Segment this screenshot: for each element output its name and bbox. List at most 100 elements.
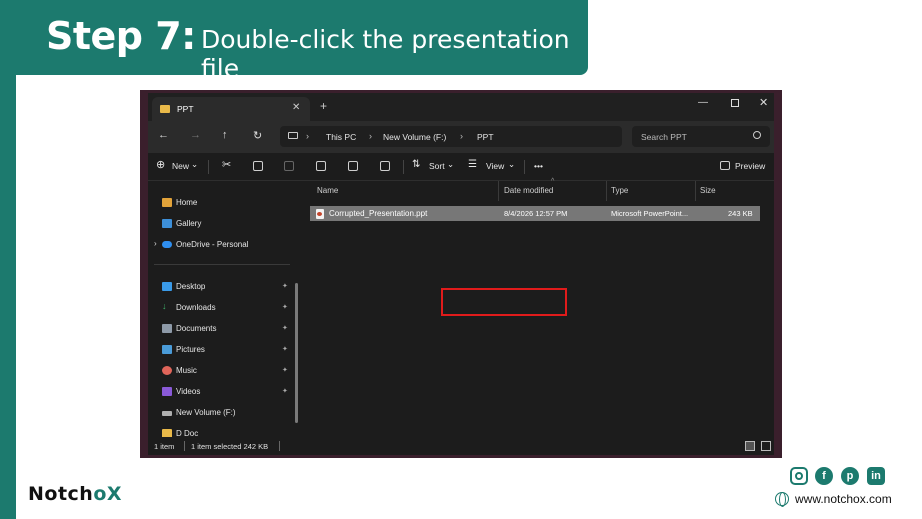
pin-icon[interactable]: ✦ (282, 387, 288, 395)
facebook-icon[interactable]: f (815, 467, 833, 485)
gallery-icon (162, 219, 172, 228)
status-divider (184, 441, 185, 451)
notchox-logo: NotchoX (28, 483, 122, 505)
column-divider[interactable] (606, 181, 607, 201)
rename-icon[interactable] (316, 161, 326, 171)
pin-icon[interactable]: ✦ (282, 282, 288, 290)
forward-arrow-icon[interactable]: → (190, 129, 201, 141)
file-type: Microsoft PowerPoint... (611, 209, 689, 218)
tiles-view-icon[interactable] (761, 441, 771, 451)
pinterest-icon[interactable]: p (841, 467, 859, 485)
sidebar-item-label: Pictures (176, 345, 205, 354)
desktop-icon (162, 282, 172, 291)
new-button[interactable]: New (172, 161, 189, 171)
logo-text-accent: o (93, 483, 107, 505)
pin-icon[interactable]: ✦ (282, 345, 288, 353)
pin-icon[interactable]: ✦ (282, 366, 288, 374)
breadcrumb-this-pc[interactable]: This PC (326, 132, 356, 142)
search-icon (753, 131, 761, 139)
chevron-down-icon: ⌄ (447, 159, 455, 169)
onedrive-icon (162, 241, 172, 248)
step-description: Double-click the presentation file (201, 25, 570, 83)
address-bar-row: ← → ↑ ↻ › This PC › New Volume (F:) › PP… (148, 121, 774, 153)
chevron-right-icon: › (306, 131, 309, 141)
refresh-icon[interactable]: ↻ (253, 129, 262, 142)
details-view-icon[interactable] (745, 441, 755, 451)
maximize-button[interactable] (731, 99, 739, 107)
videos-icon (162, 387, 172, 396)
view-button[interactable]: View (486, 161, 504, 171)
expand-chevron-icon[interactable]: › (154, 239, 157, 248)
file-explorer-window: PPT ✕ + — ✕ ← → ↑ ↻ › This PC › New Volu… (148, 93, 774, 455)
file-date-modified: 8/4/2026 12:57 PM (504, 209, 568, 218)
search-input[interactable]: Search PPT (632, 126, 770, 147)
preview-pane-icon (720, 161, 730, 170)
status-bar: 1 item 1 item selected 242 KB (148, 437, 774, 455)
breadcrumb[interactable]: › This PC › New Volume (F:) › PPT (280, 126, 622, 147)
sort-icon: ⇅ (412, 159, 421, 170)
sidebar-item-label: Downloads (176, 303, 216, 312)
search-placeholder: Search PPT (641, 132, 687, 142)
sidebar-item-label: Home (176, 198, 198, 207)
sort-button[interactable]: Sort (429, 161, 445, 171)
instagram-icon[interactable] (790, 467, 808, 485)
title-bar: PPT ✕ + — ✕ (148, 93, 774, 121)
sidebar-item-label: Desktop (176, 282, 206, 291)
column-header-size[interactable]: Size (700, 186, 716, 195)
explorer-screenshot: PPT ✕ + — ✕ ← → ↑ ↻ › This PC › New Volu… (140, 90, 782, 458)
more-options-button[interactable]: ••• (534, 161, 543, 171)
back-arrow-icon[interactable]: ← (158, 129, 169, 141)
sidebar-item-label: New Volume (F:) (176, 408, 236, 417)
tab-ppt[interactable]: PPT ✕ (152, 97, 310, 121)
selection-info: 1 item selected 242 KB (191, 442, 269, 451)
drive-icon (162, 411, 172, 416)
downloads-icon: ↓ (162, 301, 167, 311)
column-divider[interactable] (695, 181, 696, 201)
folder-icon (160, 105, 170, 113)
breadcrumb-ppt[interactable]: PPT (477, 132, 494, 142)
new-tab-button[interactable]: + (320, 100, 327, 112)
pin-icon[interactable]: ✦ (282, 303, 288, 311)
column-divider[interactable] (498, 181, 499, 201)
up-arrow-icon[interactable]: ↑ (222, 129, 228, 141)
social-links: f p in (789, 467, 889, 487)
linkedin-icon[interactable]: in (867, 467, 885, 485)
powerpoint-file-icon (316, 209, 324, 219)
new-plus-icon: ⊕ (156, 159, 166, 171)
music-icon (162, 366, 172, 375)
sidebar-scrollbar[interactable] (295, 283, 298, 423)
share-icon[interactable] (348, 161, 358, 171)
sidebar-divider (154, 264, 290, 265)
step-banner: Step 7: Double-click the presentation fi… (0, 0, 588, 83)
copy-icon[interactable] (253, 161, 263, 171)
paste-icon[interactable] (284, 161, 294, 171)
tab-close-icon[interactable]: ✕ (292, 102, 300, 113)
toolbar-divider (208, 160, 209, 174)
file-name: Corrupted_Presentation.ppt (329, 209, 428, 218)
status-divider (279, 441, 280, 451)
delete-icon[interactable] (380, 161, 390, 171)
column-header-type[interactable]: Type (611, 186, 628, 195)
logo-text: Notch (28, 483, 94, 505)
chevron-right-icon: › (460, 131, 463, 141)
website-text: www.notchox.com (795, 492, 892, 506)
close-window-button[interactable]: ✕ (759, 96, 768, 109)
toolbar-divider (524, 160, 525, 174)
globe-icon (775, 492, 789, 507)
file-list: ^ Name Date modified Type Size Corrupted… (308, 178, 774, 437)
cut-icon[interactable]: ✂ (222, 158, 231, 171)
preview-button[interactable]: Preview (735, 161, 765, 171)
column-header-date[interactable]: Date modified (504, 186, 553, 195)
step-number: Step 7: (46, 14, 196, 58)
pin-icon[interactable]: ✦ (282, 324, 288, 332)
command-bar: ⊕ New ⌄ ✂ ⇅ Sort ⌄ ☰ View ⌄ ••• Preview (148, 153, 774, 181)
column-header-name[interactable]: Name (317, 186, 338, 195)
sidebar-item-label: Gallery (176, 219, 202, 228)
logo-text-accent: X (106, 483, 123, 505)
breadcrumb-new-volume[interactable]: New Volume (F:) (383, 132, 446, 142)
table-row[interactable]: Corrupted_Presentation.ppt 8/4/2026 12:5… (310, 206, 760, 221)
sort-caret-icon: ^ (551, 178, 555, 185)
view-icon: ☰ (468, 159, 477, 170)
minimize-button[interactable]: — (698, 97, 708, 108)
item-count: 1 item (154, 442, 175, 451)
